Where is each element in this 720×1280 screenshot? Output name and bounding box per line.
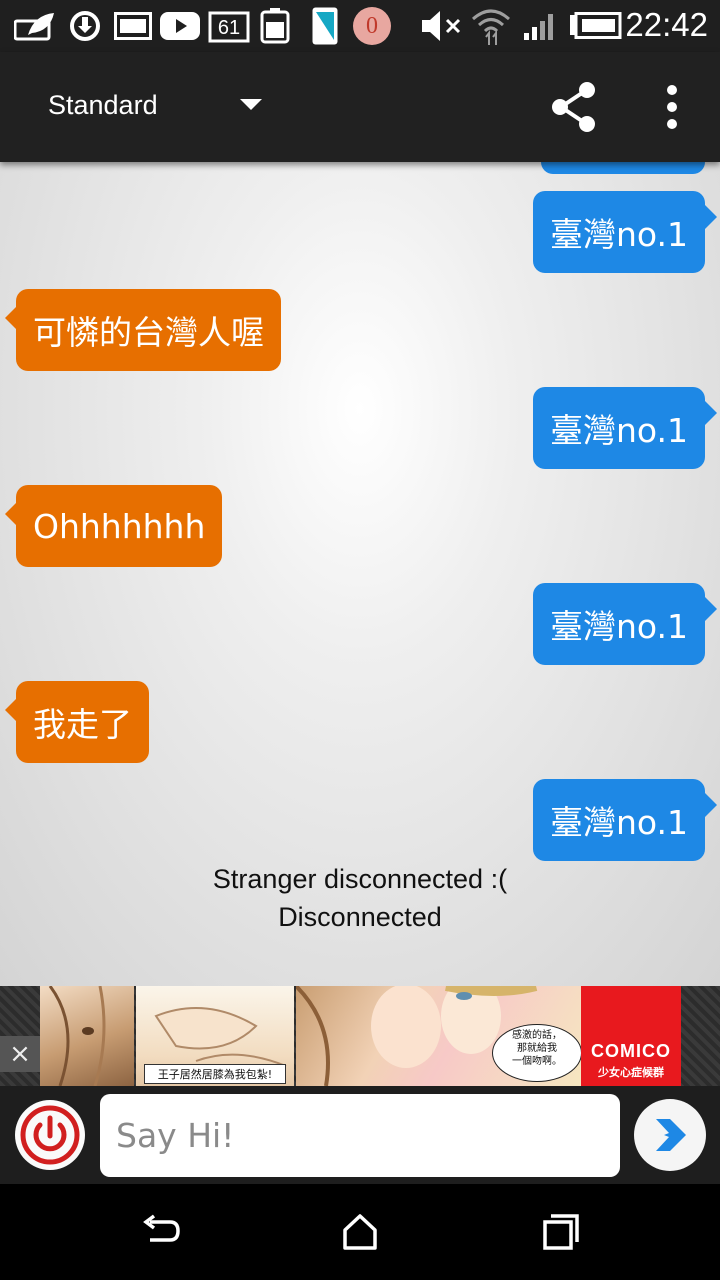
system-nav-bar xyxy=(0,1184,720,1280)
home-icon xyxy=(343,1214,377,1250)
calendar-61-icon: 61 xyxy=(208,8,250,44)
dropdown-caret-icon xyxy=(240,99,262,110)
disconnect-button[interactable] xyxy=(15,1100,85,1170)
back-icon xyxy=(143,1214,180,1242)
clock: 22:42 xyxy=(625,6,708,43)
mute-icon xyxy=(420,8,464,44)
stranger-message-bubble: 我走了 xyxy=(5,681,149,763)
power-icon xyxy=(20,1105,80,1165)
ad-speech-bubble: 感激的話， 那就給我 一個吻啊。 xyxy=(492,1024,581,1082)
send-arrow-icon xyxy=(656,1119,686,1151)
message-composer xyxy=(0,1086,720,1184)
my-message-bubble: 臺灣no.1 xyxy=(532,779,718,861)
svg-text:61: 61 xyxy=(218,17,240,39)
message-text: Ohhhhhhh xyxy=(33,506,206,546)
wifi-icon xyxy=(470,8,512,45)
ad-brand: COMICO xyxy=(591,1041,671,1061)
my-message-bubble: 臺灣no.1 xyxy=(532,191,718,273)
app-toolbar: Standard xyxy=(0,52,720,162)
stranger-message-bubble: 可憐的台灣人喔 xyxy=(5,289,281,371)
mode-selector[interactable]: Standard xyxy=(30,72,280,142)
back-button[interactable] xyxy=(136,1208,184,1256)
message-bubble-partial xyxy=(541,162,705,174)
status-bar: 61 0 22:42 xyxy=(0,0,720,52)
ad-caption: 王子居然居膝為我包紮! xyxy=(144,1064,286,1084)
youtube-icon xyxy=(160,8,200,44)
message-text: 臺灣no.1 xyxy=(549,215,688,254)
ad-brand-panel: COMICO 少女心症候群 xyxy=(581,986,681,1086)
message-text: 我走了 xyxy=(33,705,132,744)
ad-close-button[interactable]: × xyxy=(0,1036,40,1072)
ad-comic-panel: 感激的話， 那就給我 一個吻啊。 xyxy=(296,986,581,1086)
send-button[interactable] xyxy=(634,1099,706,1171)
message-input[interactable] xyxy=(100,1094,620,1177)
ad-comic-panel: 王子居然居膝為我包紮! xyxy=(136,986,294,1086)
notification-count: 0 xyxy=(366,12,378,39)
message-text: 臺灣no.1 xyxy=(549,607,688,646)
stranger-disconnected-text: Stranger disconnected :( xyxy=(212,864,508,894)
overflow-menu-icon xyxy=(667,85,677,129)
ad-banner[interactable]: 王子居然居膝為我包紮! 感激的話， 那就給我 一個吻啊。 COMICO 少女心症… xyxy=(0,986,720,1086)
my-message-bubble: 臺灣no.1 xyxy=(532,387,718,469)
recents-icon xyxy=(543,1214,579,1250)
image-icon xyxy=(114,8,152,44)
share-button[interactable] xyxy=(548,80,602,134)
message-text: 可憐的台灣人喔 xyxy=(33,313,264,352)
ad-comic-panel xyxy=(40,986,134,1086)
signal-icon xyxy=(522,8,558,44)
phone-icon xyxy=(308,7,342,45)
recents-button[interactable] xyxy=(536,1208,584,1256)
ad-tagline: 少女心症候群 xyxy=(598,1066,664,1079)
close-icon: × xyxy=(9,1039,31,1069)
message-text: 臺灣no.1 xyxy=(549,803,688,842)
my-message-bubble: 臺灣no.1 xyxy=(532,583,718,665)
chat-log[interactable]: 臺灣no.1 可憐的台灣人喔 臺灣no.1 Ohhhhhhh 臺灣no.1 我走… xyxy=(0,162,720,986)
message-text: 臺灣no.1 xyxy=(549,411,688,450)
share-icon xyxy=(552,82,595,132)
disconnected-text: Disconnected xyxy=(278,902,442,932)
battery-saver-icon xyxy=(258,8,292,44)
overflow-menu-button[interactable] xyxy=(658,82,686,132)
stranger-message-bubble: Ohhhhhhh xyxy=(4,485,223,567)
notification-badge-icon: 0 xyxy=(352,7,392,45)
leaf-icon xyxy=(14,8,56,44)
mode-label: Standard xyxy=(48,90,158,120)
home-button[interactable] xyxy=(336,1208,384,1256)
sync-icon xyxy=(66,8,104,44)
battery-icon xyxy=(568,8,622,44)
